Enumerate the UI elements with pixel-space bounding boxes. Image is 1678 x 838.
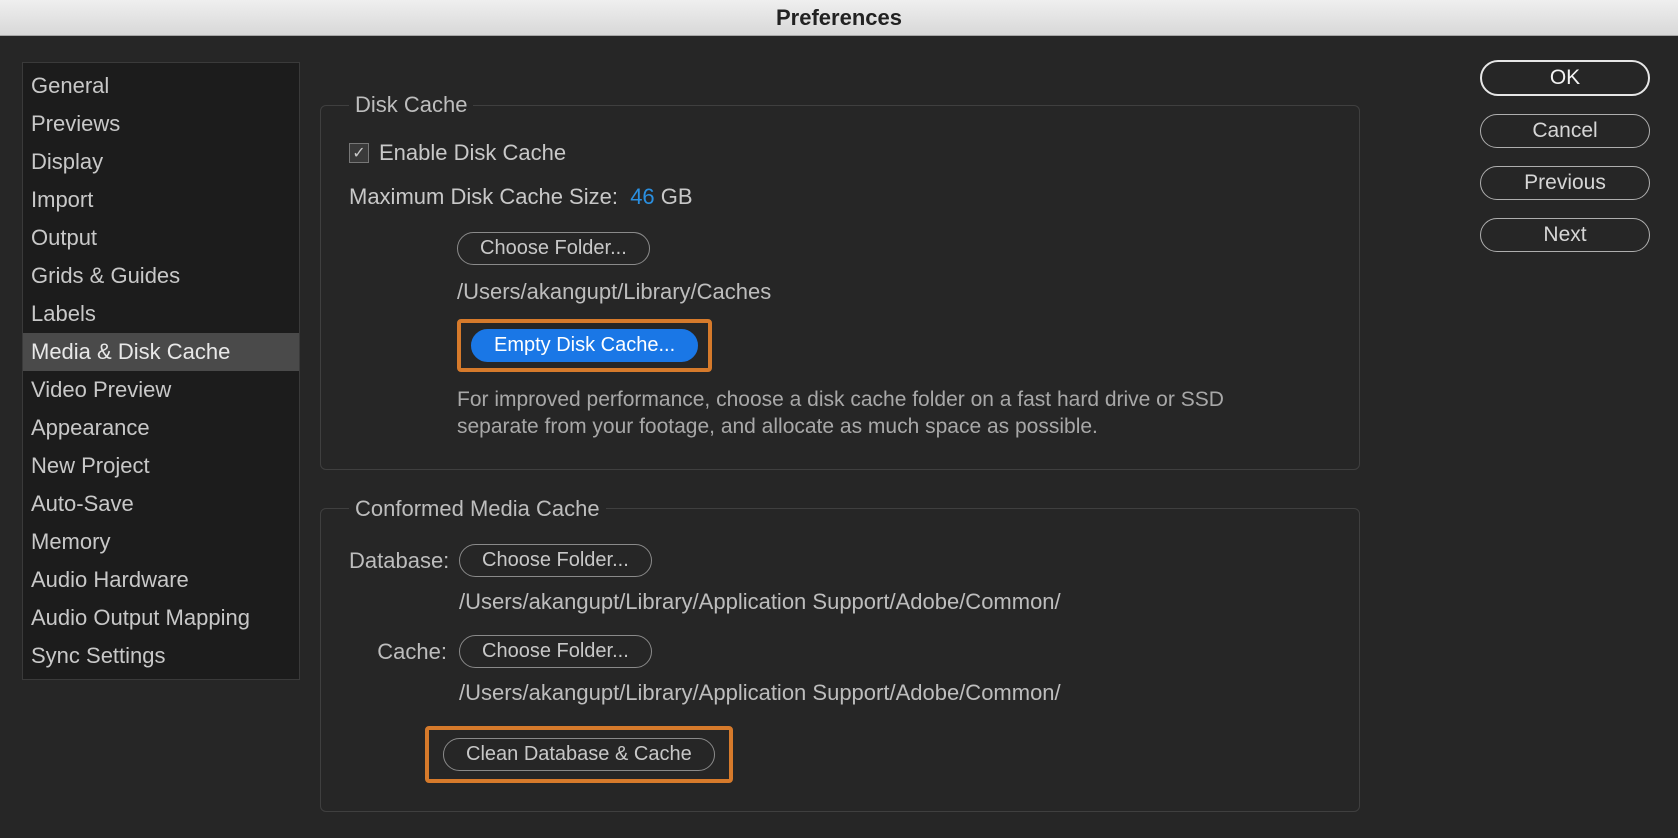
ok-button[interactable]: OK <box>1480 60 1650 96</box>
sidebar-item-labels[interactable]: Labels <box>23 295 299 333</box>
conformed-media-cache-group: Conformed Media Cache Database: Choose F… <box>320 496 1360 812</box>
empty-disk-cache-button[interactable]: Empty Disk Cache... <box>471 329 698 362</box>
max-cache-size-value[interactable]: 46 <box>630 184 654 209</box>
sidebar-item-grids-guides[interactable]: Grids & Guides <box>23 257 299 295</box>
sidebar-item-media-disk-cache[interactable]: Media & Disk Cache <box>23 333 299 371</box>
cache-folder-path: /Users/akangupt/Library/Application Supp… <box>459 680 1331 706</box>
next-button[interactable]: Next <box>1480 218 1650 252</box>
sidebar-item-previews[interactable]: Previews <box>23 105 299 143</box>
disk-cache-folder-path: /Users/akangupt/Library/Caches <box>457 279 1331 305</box>
sidebar-item-audio-hardware[interactable]: Audio Hardware <box>23 561 299 599</box>
disk-cache-choose-folder-button[interactable]: Choose Folder... <box>457 232 650 265</box>
database-folder-path: /Users/akangupt/Library/Application Supp… <box>459 589 1331 615</box>
disk-cache-legend: Disk Cache <box>349 92 473 118</box>
sidebar-item-display[interactable]: Display <box>23 143 299 181</box>
previous-button[interactable]: Previous <box>1480 166 1650 200</box>
sidebar-item-general[interactable]: General <box>23 67 299 105</box>
dialog-actions: OK Cancel Previous Next <box>1480 60 1650 252</box>
conformed-media-cache-legend: Conformed Media Cache <box>349 496 606 522</box>
max-cache-size-label: Maximum Disk Cache Size: <box>349 184 618 209</box>
clean-database-cache-button[interactable]: Clean Database & Cache <box>443 738 715 771</box>
enable-disk-cache-checkbox[interactable] <box>349 143 369 163</box>
sidebar-item-import[interactable]: Import <box>23 181 299 219</box>
sidebar-item-auto-save[interactable]: Auto-Save <box>23 485 299 523</box>
sidebar-item-audio-output-mapping[interactable]: Audio Output Mapping <box>23 599 299 637</box>
sidebar-item-video-preview[interactable]: Video Preview <box>23 371 299 409</box>
database-label: Database: <box>349 544 447 574</box>
disk-cache-group: Disk Cache Enable Disk Cache Maximum Dis… <box>320 92 1360 470</box>
main-panel: Disk Cache Enable Disk Cache Maximum Dis… <box>320 92 1360 838</box>
window-title: Preferences <box>0 0 1678 36</box>
sidebar-item-sync-settings[interactable]: Sync Settings <box>23 637 299 675</box>
max-cache-size-unit: GB <box>661 184 693 209</box>
empty-disk-cache-highlight: Empty Disk Cache... <box>457 319 712 372</box>
preferences-body: General Previews Display Import Output G… <box>0 36 1678 822</box>
cache-choose-folder-button[interactable]: Choose Folder... <box>459 635 652 668</box>
cache-label: Cache: <box>349 635 447 665</box>
sidebar-item-appearance[interactable]: Appearance <box>23 409 299 447</box>
sidebar-item-new-project[interactable]: New Project <box>23 447 299 485</box>
cancel-button[interactable]: Cancel <box>1480 114 1650 148</box>
clean-db-cache-highlight: Clean Database & Cache <box>425 726 733 783</box>
database-choose-folder-button[interactable]: Choose Folder... <box>459 544 652 577</box>
disk-cache-help-text: For improved performance, choose a disk … <box>457 386 1297 441</box>
sidebar-item-memory[interactable]: Memory <box>23 523 299 561</box>
enable-disk-cache-label: Enable Disk Cache <box>379 140 566 166</box>
category-sidebar: General Previews Display Import Output G… <box>22 62 300 680</box>
sidebar-item-output[interactable]: Output <box>23 219 299 257</box>
